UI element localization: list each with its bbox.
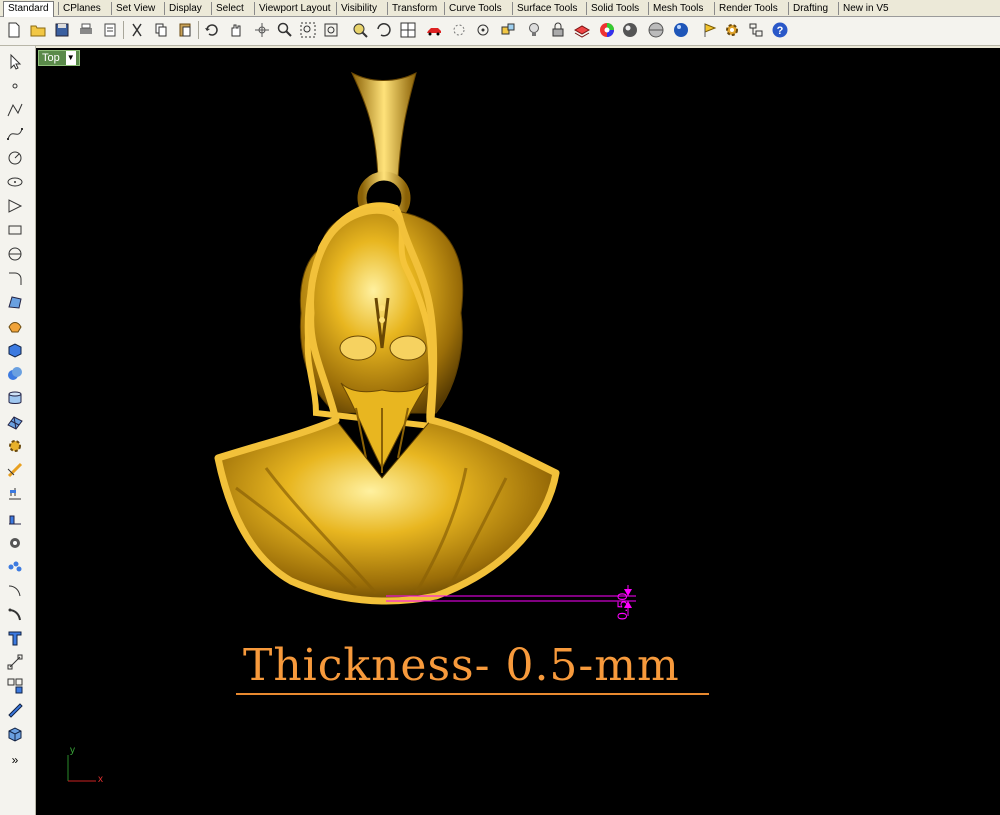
rectangle-icon[interactable] xyxy=(4,220,26,240)
zoom-window-icon[interactable] xyxy=(298,20,318,40)
standard-toolbar: ? xyxy=(0,17,1000,46)
rebuild-curve-icon[interactable] xyxy=(4,580,26,600)
tab-display[interactable]: Display xyxy=(164,2,206,15)
toolbar-tab-bar: Standard CPlanes Set View Display Select… xyxy=(0,0,1000,17)
tab-cplanes[interactable]: CPlanes xyxy=(58,2,105,15)
save-icon[interactable] xyxy=(52,20,72,40)
array-icon[interactable] xyxy=(4,556,26,576)
polyline-icon[interactable] xyxy=(4,100,26,120)
analyze-icon[interactable] xyxy=(4,508,26,528)
tab-standard[interactable]: Standard xyxy=(3,1,54,17)
text-icon[interactable] xyxy=(4,628,26,648)
tab-surface-tools[interactable]: Surface Tools xyxy=(512,2,581,15)
extrude-icon[interactable] xyxy=(4,316,26,336)
select-arrow-icon[interactable] xyxy=(4,52,26,72)
rendered-sphere-icon[interactable] xyxy=(671,20,691,40)
fillet-curve-icon[interactable] xyxy=(4,268,26,288)
paste-icon[interactable] xyxy=(175,20,195,40)
control-points-icon[interactable] xyxy=(4,652,26,672)
render-sphere-icon[interactable] xyxy=(620,20,640,40)
grid-snap-icon[interactable] xyxy=(473,20,493,40)
zoom-extents-icon[interactable] xyxy=(321,20,341,40)
tab-new-in-v5[interactable]: New in V5 xyxy=(838,2,893,15)
zoom-icon[interactable] xyxy=(275,20,295,40)
undo-view-icon[interactable] xyxy=(374,20,394,40)
world-axes-icon xyxy=(67,755,96,782)
group-icon[interactable] xyxy=(498,20,518,40)
caption-underline xyxy=(236,693,709,695)
tab-curve-tools[interactable]: Curve Tools xyxy=(444,2,506,15)
box-solid-icon[interactable] xyxy=(4,340,26,360)
axis-x-label: x xyxy=(98,774,103,785)
transform-gear-icon[interactable] xyxy=(4,436,26,456)
tab-select[interactable]: Select xyxy=(211,2,248,15)
ruler-icon[interactable] xyxy=(4,700,26,720)
tab-set-view[interactable]: Set View xyxy=(111,2,159,15)
tab-render-tools[interactable]: Render Tools xyxy=(714,2,782,15)
light-bulb-icon[interactable] xyxy=(524,20,544,40)
more-tools-button[interactable]: » xyxy=(4,750,26,770)
four-viewports-icon[interactable] xyxy=(398,20,418,40)
car-icon[interactable] xyxy=(424,20,444,40)
point-icon[interactable] xyxy=(4,76,26,96)
toolbar-layout-icon[interactable] xyxy=(746,20,766,40)
axis-y-label: y xyxy=(70,745,75,756)
layer-icon[interactable] xyxy=(572,20,592,40)
properties-icon[interactable] xyxy=(100,20,120,40)
object-snap-icon[interactable] xyxy=(449,20,469,40)
surface-icon[interactable] xyxy=(4,292,26,312)
mesh-icon[interactable] xyxy=(4,412,26,432)
color-wheel-icon[interactable] xyxy=(597,20,617,40)
open-folder-icon[interactable] xyxy=(28,20,48,40)
pan-hand-icon[interactable] xyxy=(226,20,246,40)
thickness-caption: Thickness- 0.5-mm xyxy=(243,640,680,691)
cut-icon[interactable] xyxy=(127,20,147,40)
options-gear-icon[interactable] xyxy=(722,20,742,40)
fillet-edge-icon[interactable] xyxy=(4,604,26,624)
new-file-icon[interactable] xyxy=(4,20,24,40)
gold-pendant-model[interactable] xyxy=(214,71,560,605)
tab-solid-tools[interactable]: Solid Tools xyxy=(586,2,643,15)
rotate-view-icon[interactable] xyxy=(252,20,272,40)
tab-mesh-tools[interactable]: Mesh Tools xyxy=(648,2,707,15)
cylinder-icon[interactable] xyxy=(4,388,26,408)
help-icon[interactable]: ? xyxy=(770,20,790,40)
move-icon[interactable] xyxy=(4,460,26,480)
curve-icon[interactable] xyxy=(4,124,26,144)
tab-drafting[interactable]: Drafting xyxy=(788,2,832,15)
ellipse-icon[interactable] xyxy=(4,172,26,192)
dimension-value-label: 0.50 xyxy=(614,592,630,620)
lock-icon[interactable] xyxy=(548,20,568,40)
boolean-union-icon[interactable] xyxy=(4,364,26,384)
circle-icon[interactable] xyxy=(4,148,26,168)
polygon-icon[interactable] xyxy=(4,244,26,264)
viewport-canvas xyxy=(67,71,636,782)
tab-transform[interactable]: Transform xyxy=(387,2,441,15)
undo-icon[interactable] xyxy=(202,20,222,40)
copy-icon[interactable] xyxy=(151,20,171,40)
zoom-selected-icon[interactable] xyxy=(350,20,370,40)
tab-viewport-layout[interactable]: Viewport Layout xyxy=(254,2,335,15)
arc-icon[interactable] xyxy=(4,196,26,216)
top-viewport[interactable]: Top ▼ 0.50 y x Thickness- 0.5-mm xyxy=(36,48,1000,815)
print-icon[interactable] xyxy=(76,20,96,40)
main-left-toolbar: » xyxy=(0,46,36,815)
cube-icon[interactable] xyxy=(4,724,26,744)
tab-visibility[interactable]: Visibility xyxy=(336,2,381,15)
flag-icon[interactable] xyxy=(700,20,720,40)
boolean-icon[interactable] xyxy=(4,532,26,552)
shaded-sphere-icon[interactable] xyxy=(646,20,666,40)
svg-text:?: ? xyxy=(777,25,784,37)
grid-array-icon[interactable] xyxy=(4,676,26,696)
dimension-icon[interactable] xyxy=(4,484,26,504)
